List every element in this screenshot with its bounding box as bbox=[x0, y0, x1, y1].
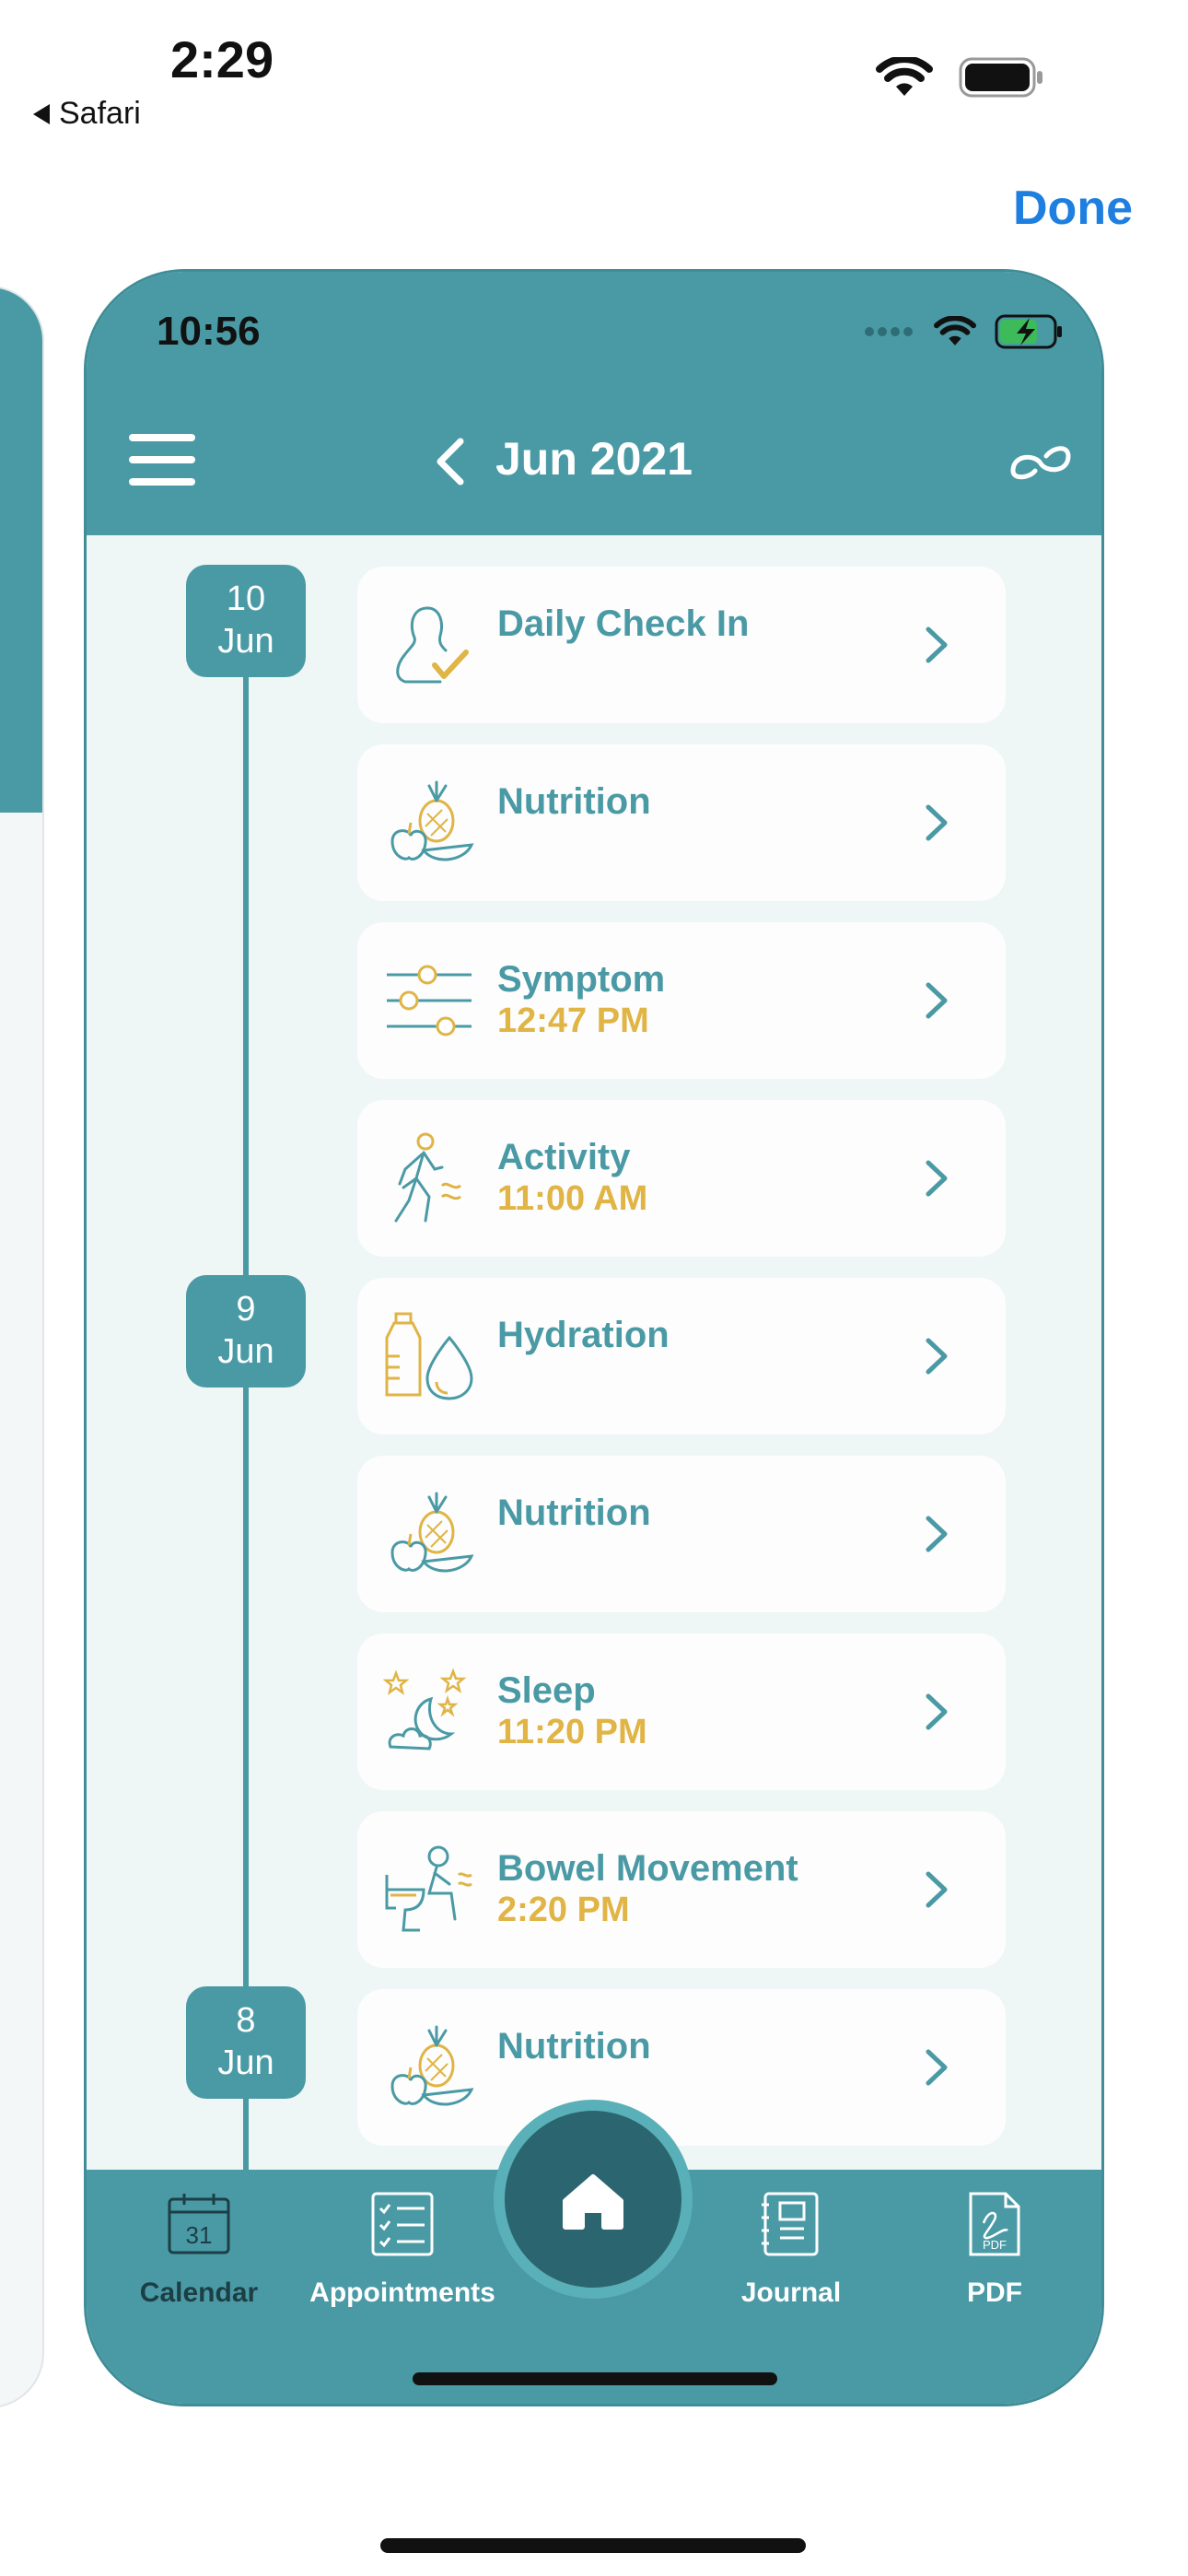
app-status-icons bbox=[864, 314, 1065, 349]
pdf-icon: PDF bbox=[969, 2192, 1020, 2256]
svg-text:31: 31 bbox=[186, 2221, 213, 2249]
previous-screenshot-card[interactable] bbox=[0, 286, 44, 2408]
date-badge-8-jun: 8 Jun bbox=[186, 1986, 306, 2099]
home-icon bbox=[563, 2174, 623, 2230]
fruits-icon bbox=[390, 1492, 474, 1573]
entry-nutrition[interactable]: Nutrition bbox=[357, 1989, 1006, 2146]
app-wifi-icon bbox=[934, 316, 976, 345]
back-label: Safari bbox=[59, 96, 141, 131]
entry-symptom[interactable]: Symptom 12:47 PM bbox=[357, 922, 1006, 1079]
sliders-icon bbox=[387, 965, 472, 1036]
tab-label: Journal bbox=[740, 2277, 842, 2308]
battery-icon bbox=[959, 57, 1042, 98]
entry-title: Bowel Movement bbox=[497, 1848, 798, 1889]
entry-sleep[interactable]: Sleep 11:20 PM bbox=[357, 1633, 1006, 1790]
entry-time: 11:00 AM bbox=[497, 1179, 648, 1218]
back-triangle-icon bbox=[33, 103, 50, 124]
entry-nutrition[interactable]: Nutrition bbox=[357, 1456, 1006, 1612]
toilet-icon bbox=[385, 1845, 472, 1932]
entry-title: Daily Check In bbox=[497, 603, 750, 644]
tab-label: PDF bbox=[967, 2277, 1022, 2308]
tab-label: Calendar bbox=[139, 2277, 259, 2308]
entry-time: 2:20 PM bbox=[497, 1891, 630, 1929]
chevron-right-icon bbox=[926, 1160, 948, 1197]
app-header: 10:56 Jun 2021 bbox=[87, 272, 1101, 535]
bottom-tab-bar: 31 Calendar Appointments Journal PDF PDF bbox=[87, 2100, 1101, 2404]
journal-icon bbox=[762, 2192, 819, 2256]
tab-pdf[interactable]: PDF PDF bbox=[903, 2190, 1087, 2309]
moon-stars-icon bbox=[383, 1668, 467, 1751]
app-status-time: 10:56 bbox=[157, 309, 261, 354]
entry-time: 11:20 PM bbox=[497, 1713, 647, 1751]
date-badge-9-jun: 9 Jun bbox=[186, 1275, 306, 1388]
tab-label: Appointments bbox=[309, 2277, 495, 2308]
entry-title: Nutrition bbox=[497, 2026, 651, 2067]
chevron-right-icon bbox=[926, 982, 948, 1019]
date-badge-10-jun: 10 Jun bbox=[186, 565, 306, 677]
wifi-icon bbox=[876, 57, 933, 96]
done-button[interactable]: Done bbox=[1013, 181, 1133, 236]
chevron-right-icon bbox=[926, 1338, 948, 1375]
chevron-right-icon bbox=[926, 2049, 948, 2086]
home-button[interactable] bbox=[494, 2100, 693, 2299]
tab-journal[interactable]: Journal bbox=[699, 2190, 883, 2309]
infinity-link-icon[interactable] bbox=[1007, 438, 1074, 487]
entry-title: Nutrition bbox=[497, 1493, 651, 1533]
entry-bowel-movement[interactable]: Bowel Movement 2:20 PM bbox=[357, 1811, 1006, 1968]
back-to-safari-link[interactable]: Safari bbox=[33, 96, 141, 132]
os-status-icons bbox=[876, 57, 1045, 98]
entry-title: Sleep bbox=[497, 1670, 596, 1711]
fruits-icon bbox=[390, 2025, 474, 2106]
entry-title: Activity bbox=[497, 1137, 631, 1177]
chevron-right-icon bbox=[926, 1516, 948, 1552]
chevron-right-icon bbox=[926, 1693, 948, 1730]
os-status-time: 2:29 bbox=[170, 30, 274, 88]
fruits-icon bbox=[390, 780, 474, 861]
entry-hydration[interactable]: Hydration bbox=[357, 1278, 1006, 1434]
app-home-indicator bbox=[413, 2372, 777, 2385]
chevron-right-icon bbox=[926, 626, 948, 663]
entry-title: Hydration bbox=[497, 1315, 670, 1355]
entry-nutrition[interactable]: Nutrition bbox=[357, 744, 1006, 901]
tab-calendar[interactable]: 31 Calendar bbox=[107, 2190, 291, 2309]
svg-text:PDF: PDF bbox=[983, 2238, 1007, 2252]
entry-time: 12:47 PM bbox=[497, 1001, 649, 1040]
tab-appointments[interactable]: Appointments bbox=[287, 2190, 518, 2309]
home-indicator[interactable] bbox=[380, 2538, 806, 2553]
water-bottle-icon bbox=[385, 1312, 473, 1400]
signal-dots-icon bbox=[865, 327, 913, 336]
entry-daily-check-in[interactable]: Daily Check In bbox=[357, 567, 1006, 723]
checklist-icon bbox=[371, 2192, 434, 2256]
walking-person-icon bbox=[394, 1132, 461, 1223]
entry-title: Symptom bbox=[497, 959, 666, 1000]
chevron-right-icon bbox=[926, 1871, 948, 1908]
calendar-icon: 31 bbox=[168, 2194, 230, 2254]
entry-activity[interactable]: Activity 11:00 AM bbox=[357, 1100, 1006, 1257]
chevron-right-icon bbox=[926, 804, 948, 841]
entry-title: Nutrition bbox=[497, 781, 651, 822]
person-check-icon bbox=[396, 606, 469, 684]
app-screenshot: 10:56 Jun 2021 10 Jun 9 Jun 8 Jun Daily … bbox=[84, 269, 1104, 2406]
charging-battery-icon bbox=[995, 314, 1062, 349]
month-title: Jun 2021 bbox=[495, 433, 693, 485]
